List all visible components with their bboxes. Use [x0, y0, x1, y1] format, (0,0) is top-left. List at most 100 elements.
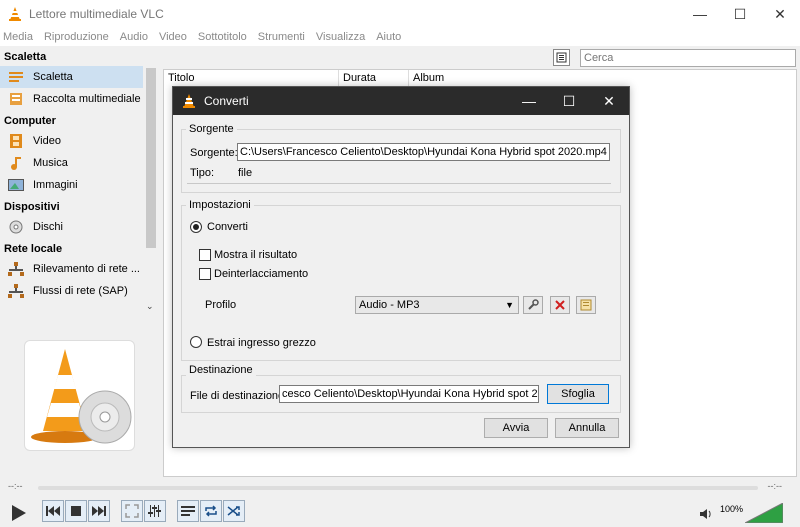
vlc-cone-icon [183, 94, 195, 108]
dialog-close-button[interactable]: ✕ [589, 87, 629, 115]
dialog-minimize-button[interactable]: — [509, 87, 549, 115]
sidebar-item-immagini[interactable]: Immagini [0, 174, 143, 196]
menu-strumenti[interactable]: Strumenti [258, 31, 305, 43]
play-icon [12, 505, 26, 521]
fullscreen-button[interactable] [121, 500, 143, 522]
convert-radio[interactable] [190, 221, 202, 233]
equalizer-icon [148, 505, 161, 517]
destination-group-title: Destinazione [186, 364, 256, 376]
seek-slider[interactable] [38, 486, 758, 490]
shuffle-button[interactable] [223, 500, 245, 522]
music-note-icon [8, 155, 24, 171]
profile-select[interactable]: Audio - MP3 ▼ [355, 296, 519, 314]
source-label: Sorgente: [190, 147, 238, 159]
speaker-icon[interactable] [700, 508, 712, 520]
sidebar-item-label: Immagini [33, 179, 78, 191]
chevron-down-icon: ▼ [505, 300, 514, 310]
sidebar: Scaletta Scaletta Raccolta multimediale … [0, 46, 160, 476]
chevron-down-icon[interactable]: ⌄ [146, 301, 154, 312]
delete-icon [555, 300, 565, 310]
sidebar-item-flussi-sap[interactable]: Flussi di rete (SAP) [0, 280, 143, 302]
close-button[interactable]: ✕ [760, 0, 800, 28]
vlc-cone-icon [9, 7, 21, 21]
loop-button[interactable] [200, 500, 222, 522]
menu-video[interactable]: Video [159, 31, 187, 43]
source-group-title: Sorgente [186, 123, 237, 135]
convert-dialog: Converti — ☐ ✕ Sorgente Sorgente: C:\Use… [172, 86, 630, 448]
edit-profile-button[interactable] [523, 296, 543, 314]
sidebar-item-video[interactable]: Video [0, 130, 143, 152]
playlist-header: Titolo Durata Album [164, 70, 796, 87]
show-output-checkbox[interactable] [199, 249, 211, 261]
deinterlace-label[interactable]: Deinterlacciamento [214, 268, 308, 280]
playlist-view-button[interactable] [553, 49, 570, 66]
sidebar-item-rilevamento[interactable]: Rilevamento di rete ... [0, 258, 143, 280]
raw-input-radio[interactable] [190, 336, 202, 348]
source-path-field[interactable]: C:\Users\Francesco Celiento\Desktop\Hyun… [237, 143, 610, 161]
destination-file-field[interactable]: cesco Celiento\Desktop\Hyundai Kona Hybr… [279, 385, 539, 403]
start-button[interactable]: Avvia [484, 418, 548, 438]
deinterlace-checkbox[interactable] [199, 268, 211, 280]
browse-button[interactable]: Sfoglia [547, 384, 609, 404]
menu-visualizza[interactable]: Visualizza [316, 31, 365, 43]
shuffle-icon [227, 506, 240, 516]
scrollbar-thumb[interactable] [146, 68, 156, 248]
volume-slider[interactable] [745, 503, 783, 523]
convert-radio-label[interactable]: Converti [207, 221, 248, 233]
volume-level: 100% [720, 504, 744, 514]
toggle-playlist-button[interactable] [177, 500, 199, 522]
cancel-button[interactable]: Annulla [555, 418, 619, 438]
dialog-title-bar: Converti — ☐ ✕ [173, 87, 629, 115]
next-button[interactable] [88, 500, 110, 522]
sidebar-header-scaletta: Scaletta [4, 51, 47, 63]
menu-riproduzione[interactable]: Riproduzione [44, 31, 109, 43]
stop-icon [71, 506, 81, 516]
sidebar-item-scaletta[interactable]: Scaletta [0, 66, 143, 88]
sidebar-item-label: Musica [33, 157, 68, 169]
window-title: Lettore multimediale VLC [29, 7, 164, 21]
raw-input-label[interactable]: Estrai ingresso grezzo [207, 337, 316, 349]
settings-group-title: Impostazioni [186, 199, 254, 211]
image-icon [8, 177, 24, 193]
profile-select-value: Audio - MP3 [359, 299, 420, 311]
type-label: Tipo: [190, 167, 215, 179]
playlist-icon [181, 506, 195, 516]
divider [187, 183, 611, 184]
menu-aiuto[interactable]: Aiuto [376, 31, 401, 43]
sidebar-item-label: Dischi [33, 221, 63, 233]
dialog-title: Converti [204, 94, 249, 108]
new-profile-button[interactable] [576, 296, 596, 314]
playlist-icon [8, 69, 24, 85]
stop-button[interactable] [65, 500, 87, 522]
menu-bar: Media Riproduzione Audio Video Sottotito… [0, 28, 800, 46]
wrench-icon [528, 299, 539, 310]
show-output-label[interactable]: Mostra il risultato [214, 249, 297, 261]
search-input[interactable] [580, 49, 796, 67]
sidebar-item-raccolta[interactable]: Raccolta multimediale [0, 88, 143, 110]
delete-profile-button[interactable] [550, 296, 570, 314]
sidebar-item-musica[interactable]: Musica [0, 152, 143, 174]
loop-icon [205, 505, 217, 517]
sidebar-item-label: Video [33, 135, 61, 147]
maximize-button[interactable]: ☐ [720, 0, 760, 28]
album-art [24, 340, 135, 451]
previous-button[interactable] [42, 500, 64, 522]
column-header-durata[interactable]: Durata [339, 70, 409, 87]
menu-sottotitolo[interactable]: Sottotitolo [198, 31, 247, 43]
sidebar-item-dischi[interactable]: Dischi [0, 216, 143, 238]
extended-settings-button[interactable] [144, 500, 166, 522]
sidebar-header-rete-locale: Rete locale [4, 243, 63, 255]
menu-media[interactable]: Media [3, 31, 33, 43]
column-header-titolo[interactable]: Titolo [164, 70, 339, 87]
column-header-album[interactable]: Album [409, 70, 499, 87]
dialog-maximize-button[interactable]: ☐ [549, 87, 589, 115]
sidebar-scrollbar[interactable]: ⌄ [144, 66, 158, 314]
sidebar-header-computer: Computer [4, 115, 56, 127]
play-button[interactable] [6, 500, 32, 526]
vlc-cone-disc-icon [31, 349, 132, 444]
skip-back-icon [46, 506, 60, 516]
film-icon [8, 133, 24, 149]
minimize-button[interactable]: — [680, 0, 720, 28]
player-controls: 100% [0, 498, 800, 527]
menu-audio[interactable]: Audio [120, 31, 148, 43]
